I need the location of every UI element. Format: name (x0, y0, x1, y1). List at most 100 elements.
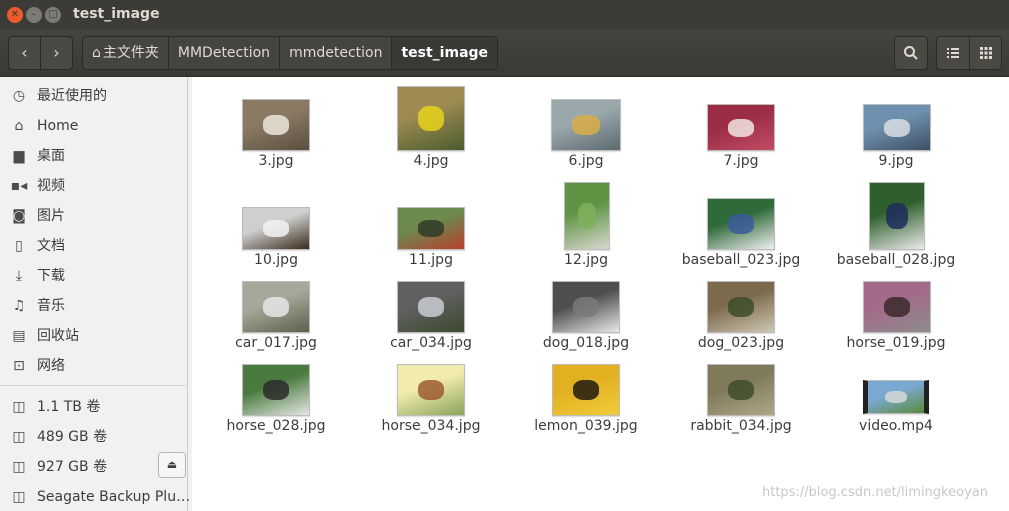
document-icon: ▯ (15, 238, 23, 254)
eject-icon: ⏏ (166, 458, 178, 471)
watermark: https://blog.csdn.net/limingkeoyan (762, 485, 988, 500)
view-toggle (936, 36, 1002, 70)
sidebar-item-videos[interactable]: ▪◂ 视频 (0, 173, 187, 199)
file-name: baseball_023.jpg (681, 252, 801, 268)
clock-icon: ◷ (12, 88, 26, 104)
eject-button[interactable]: ⏏ (158, 452, 186, 478)
file-name: horse_034.jpg (381, 418, 481, 434)
sidebar-item-label: 1.1 TB 卷 (37, 399, 101, 415)
network-icon: ⊡ (13, 358, 25, 374)
back-button[interactable]: ‹ (9, 37, 40, 69)
search-button[interactable] (894, 36, 928, 70)
file-thumbnail (707, 281, 775, 333)
file-name: 11.jpg (409, 252, 453, 268)
drive-icon: ◫ (12, 459, 26, 475)
thumbnail-subject (727, 118, 755, 137)
thumbnail-subject (417, 220, 445, 237)
file-thumbnail (242, 364, 310, 416)
grid-view-button[interactable] (970, 37, 1001, 69)
file-thumbnail (564, 182, 610, 250)
sidebar-item-downloads[interactable]: ⤓ 下载 (0, 263, 187, 289)
close-window-button[interactable]: ✕ (7, 7, 23, 23)
download-icon: ⤓ (15, 268, 23, 284)
breadcrumb-home[interactable]: ⌂ 主文件夹 (83, 37, 168, 69)
thumbnail-subject (572, 115, 600, 135)
navigation-buttons: ‹ › (8, 36, 73, 70)
file-name: 10.jpg (254, 252, 298, 268)
maximize-window-button[interactable]: □ (45, 7, 61, 23)
file-name: lemon_039.jpg (534, 418, 638, 434)
trash-icon: ▤ (12, 328, 26, 344)
sidebar-item-recent[interactable]: ◷ 最近使用的 (0, 83, 187, 109)
sidebar: ◷ 最近使用的 ⌂ Home ▆ 桌面 ▪◂ 视频 ◙ 图片 ▯ 文档 ⤓ 下载 ♫ 音乐 ▤ 回… (0, 77, 191, 511)
drive-icon: ◫ (12, 429, 26, 445)
thumbnail-subject (262, 220, 290, 237)
sidebar-item-label: 最近使用的 (37, 88, 107, 104)
sidebar-item-label: 489 GB 卷 (37, 429, 108, 445)
breadcrumb-mmdetection-folder[interactable]: MMDetection (167, 37, 279, 69)
sidebar-item-pictures[interactable]: ◙ 图片 (0, 203, 187, 229)
chevron-right-icon: › (53, 43, 60, 62)
sidebar-item-network[interactable]: ⊡ 网络 (0, 353, 187, 379)
file-thumbnail (869, 182, 925, 250)
thumbnail-subject (417, 380, 445, 400)
sidebar-item-label: 网络 (37, 358, 65, 374)
file-thumbnail (552, 281, 620, 333)
breadcrumb-mmdetection-subfolder[interactable]: mmdetection (279, 37, 391, 69)
thumbnail-subject (727, 297, 755, 317)
video-icon: ▪◂ (10, 178, 28, 194)
sidebar-item-volume-2[interactable]: ◫ 489 GB 卷 (0, 424, 187, 450)
file-thumbnail (551, 99, 621, 151)
thumbnail-subject (417, 105, 445, 132)
sidebar-item-label: 视频 (37, 178, 65, 194)
thumbnail-subject (578, 202, 596, 230)
title-bar: ✕ – □ test_image (0, 0, 1009, 30)
thumbnail-subject (572, 297, 600, 317)
file-name: 3.jpg (258, 153, 294, 169)
list-view-button[interactable] (937, 37, 970, 69)
file-name: horse_019.jpg (846, 335, 946, 351)
file-thumbnail (707, 198, 775, 250)
forward-button[interactable]: › (40, 37, 72, 69)
file-thumbnail (242, 99, 310, 151)
home-icon: ⌂ (92, 45, 101, 61)
breadcrumb-current[interactable]: test_image (391, 37, 498, 69)
sidebar-item-volume-4[interactable]: ◫ Seagate Backup Plu… (0, 484, 191, 510)
sidebar-item-home[interactable]: ⌂ Home (0, 113, 187, 139)
file-thumbnail (863, 104, 931, 151)
sidebar-item-label: 回收站 (37, 328, 79, 344)
file-name: dog_018.jpg (542, 335, 630, 351)
search-icon (904, 45, 918, 60)
sidebar-item-label: 图片 (37, 208, 65, 224)
thumbnail-subject (883, 297, 911, 317)
file-thumbnail (242, 207, 310, 250)
sidebar-item-label: Seagate Backup Plu… (37, 489, 191, 505)
file-name: 7.jpg (723, 153, 759, 169)
video-thumbnail (863, 380, 929, 414)
sidebar-item-documents[interactable]: ▯ 文档 (0, 233, 187, 259)
grid-icon (979, 46, 992, 59)
sidebar-item-volume-1[interactable]: ◫ 1.1 TB 卷 (0, 394, 187, 420)
file-name: 9.jpg (878, 153, 914, 169)
sidebar-item-desktop[interactable]: ▆ 桌面 (0, 143, 187, 169)
file-name: baseball_028.jpg (836, 252, 956, 268)
thumbnail-subject (883, 118, 911, 137)
file-thumbnail (552, 364, 620, 416)
file-thumbnail (707, 104, 775, 151)
drive-icon: ◫ (12, 489, 26, 505)
thumbnail-subject (727, 380, 755, 400)
file-name: car_017.jpg (235, 335, 317, 351)
file-name: car_034.jpg (390, 335, 472, 351)
file-thumbnail (863, 281, 931, 333)
thumbnail-subject (572, 380, 600, 400)
file-name: 6.jpg (568, 153, 604, 169)
file-thumbnail (397, 281, 465, 333)
sidebar-item-music[interactable]: ♫ 音乐 (0, 293, 187, 319)
file-name: 12.jpg (564, 252, 608, 268)
sidebar-item-label: 音乐 (37, 298, 65, 314)
thumbnail-subject (886, 202, 908, 230)
camera-icon: ◙ (12, 208, 26, 224)
minimize-window-button[interactable]: – (26, 7, 42, 23)
sidebar-item-trash[interactable]: ▤ 回收站 (0, 323, 187, 349)
thumbnail-subject (727, 214, 755, 234)
